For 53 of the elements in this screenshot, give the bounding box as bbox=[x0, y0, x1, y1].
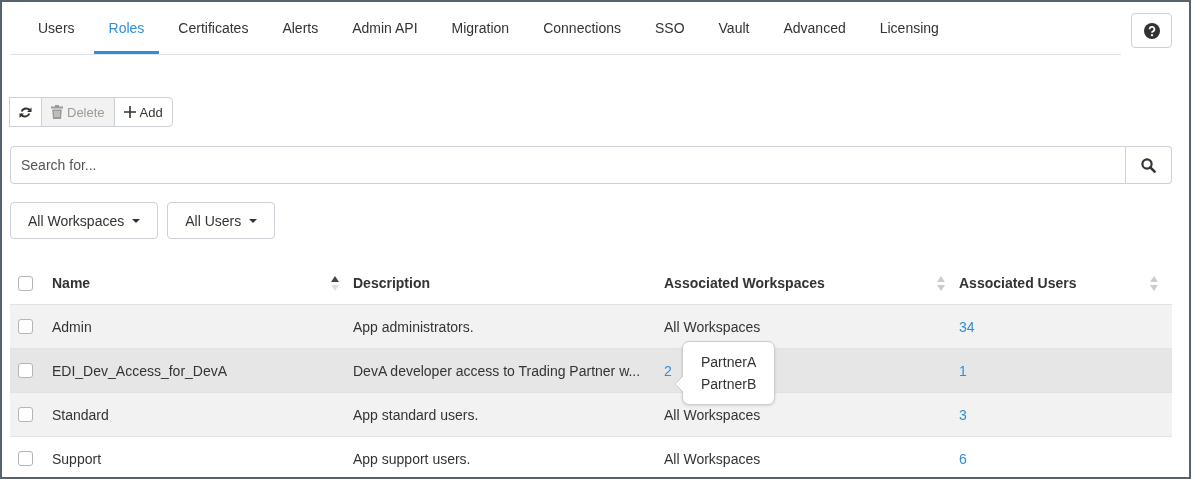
table-cell: Standard bbox=[52, 406, 109, 423]
table-row[interactable]: Support App support users. All Workspaces 6 bbox=[10, 437, 1172, 477]
popover-arrow-icon bbox=[675, 375, 684, 392]
row-checkbox[interactable] bbox=[18, 451, 33, 466]
search-field[interactable]: Search for... bbox=[10, 146, 1126, 184]
table-cell: Admin bbox=[52, 318, 92, 335]
trash-icon bbox=[51, 105, 63, 119]
select-all-checkbox[interactable] bbox=[18, 275, 33, 291]
sort-icon[interactable] bbox=[331, 275, 339, 291]
popover-item: PartnerB bbox=[701, 375, 757, 392]
table-cell: App administrators. bbox=[353, 318, 474, 335]
popover-item: PartnerA bbox=[701, 353, 757, 370]
table-cell: All Workspaces bbox=[664, 318, 761, 335]
caret-icon bbox=[249, 218, 258, 223]
filter-dropdown[interactable]: All Users bbox=[167, 202, 276, 239]
column-header: Associated Workspaces bbox=[664, 275, 825, 291]
refresh-icon bbox=[19, 105, 32, 119]
tab[interactable]: Migration bbox=[436, 2, 525, 54]
tab[interactable]: Users bbox=[23, 2, 90, 54]
tab[interactable]: Advanced bbox=[768, 2, 861, 54]
table-cell: DevA developer access to Trading Partner w... bbox=[353, 362, 641, 379]
row-checkbox[interactable] bbox=[18, 407, 33, 422]
tab[interactable]: Admin API bbox=[337, 2, 433, 54]
tab[interactable]: Vault bbox=[703, 2, 765, 54]
table-cell: All Workspaces bbox=[664, 406, 761, 423]
plus-icon bbox=[123, 106, 136, 118]
user-count-link[interactable]: 6 bbox=[959, 450, 967, 467]
add-button[interactable]: Add bbox=[113, 97, 173, 127]
table-cell: All Workspaces bbox=[664, 450, 761, 467]
caret-icon bbox=[132, 218, 141, 223]
refresh-button[interactable] bbox=[9, 97, 42, 127]
table-cell: Support bbox=[52, 450, 102, 467]
help-icon bbox=[1143, 22, 1160, 39]
tab[interactable]: Licensing bbox=[864, 2, 954, 54]
tab[interactable]: SSO bbox=[640, 2, 700, 54]
table-cell: App support users. bbox=[353, 450, 471, 467]
row-checkbox[interactable] bbox=[18, 319, 33, 334]
column-header: Associated Users bbox=[959, 275, 1077, 291]
tab[interactable]: Roles bbox=[93, 2, 160, 54]
tab[interactable]: Connections bbox=[528, 2, 636, 54]
table-cell: App standard users. bbox=[353, 406, 479, 423]
table-row[interactable]: Admin App administrators. All Workspaces 34 bbox=[10, 305, 1172, 349]
table-cell: EDI_Dev_Access_for_DevA bbox=[52, 362, 228, 379]
row-checkbox[interactable] bbox=[18, 363, 33, 378]
column-header: Description bbox=[353, 275, 430, 291]
search-button[interactable] bbox=[1126, 146, 1172, 184]
column-header: Name bbox=[52, 275, 91, 291]
filter-dropdown[interactable]: All Workspaces bbox=[10, 202, 159, 239]
table-row[interactable]: Standard App standard users. All Workspaces 3 bbox=[10, 393, 1172, 437]
help-button[interactable] bbox=[1131, 13, 1172, 48]
search-icon bbox=[1141, 157, 1156, 173]
tab[interactable]: Certificates bbox=[163, 2, 264, 54]
tab[interactable]: Alerts bbox=[267, 2, 334, 54]
